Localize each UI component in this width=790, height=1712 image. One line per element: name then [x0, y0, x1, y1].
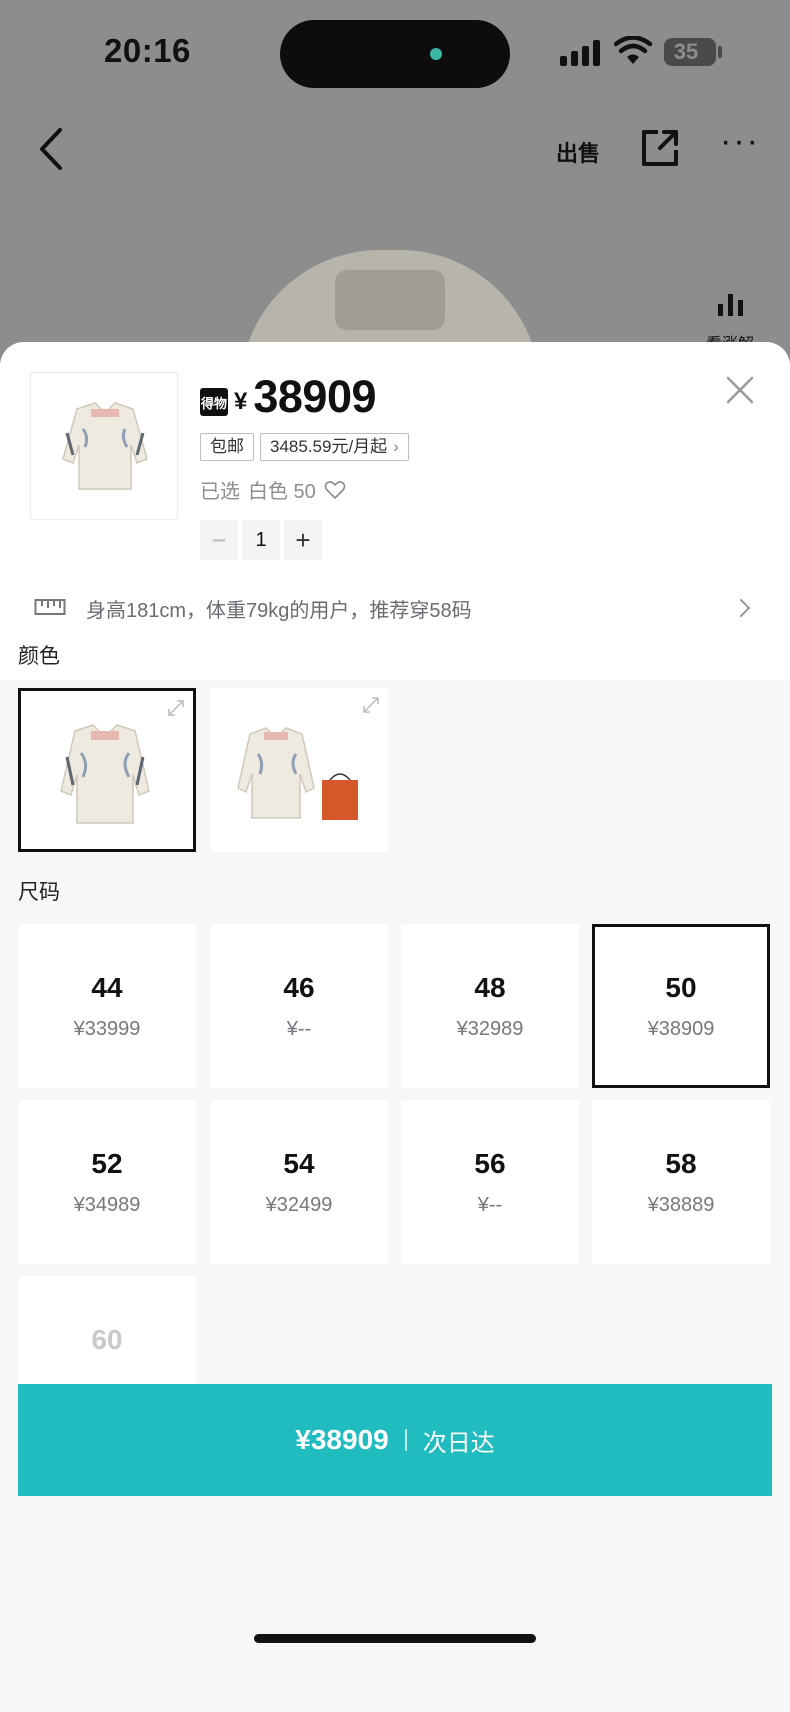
quantity-stepper: − 1 +	[200, 520, 326, 562]
jacket-thumbnail-image	[62, 402, 148, 490]
size-number: 56	[474, 1148, 506, 1179]
size-recommendation[interactable]: 身高181cm，体重79kg的用户，推荐穿58码	[0, 578, 790, 638]
buy-button-price: ¥38909	[295, 1424, 389, 1455]
sheet-header: 得物 ¥ 38909 包邮 3485.59元/月起 › 已选 白色 50 − 1 …	[0, 342, 790, 680]
buy-button-divider	[404, 1429, 407, 1451]
size-option-50[interactable]: 50 ¥38909	[592, 924, 770, 1088]
cellular-signal-icon	[560, 40, 600, 66]
nav-bar: 出售 ···	[0, 110, 790, 190]
battery-level: 35	[673, 39, 699, 64]
size-option-54[interactable]: 54 ¥32499	[210, 1100, 388, 1264]
increase-quantity-button[interactable]: +	[284, 520, 322, 560]
size-price: ¥38909	[647, 1018, 715, 1040]
status-time: 20:16	[104, 32, 191, 69]
size-option-56[interactable]: 56 ¥--	[401, 1100, 579, 1264]
home-indicator	[254, 1634, 536, 1643]
color-section-label: 颜色	[18, 645, 60, 668]
sell-button[interactable]: 出售	[556, 128, 600, 172]
size-option-44[interactable]: 44 ¥33999	[18, 924, 196, 1088]
selected-value: 白色 50	[248, 481, 316, 503]
size-number: 46	[283, 972, 315, 1003]
size-price: ¥38889	[647, 1194, 715, 1216]
ruler-icon	[34, 599, 66, 615]
installment-tag[interactable]: 3485.59元/月起 ›	[260, 433, 409, 461]
price-badge: 得物	[200, 388, 228, 416]
selected-prefix: 已选	[200, 481, 240, 503]
size-option-46[interactable]: 46 ¥--	[210, 924, 388, 1088]
battery-tip	[718, 46, 722, 58]
size-price: ¥32499	[265, 1194, 333, 1216]
close-icon[interactable]	[722, 372, 758, 408]
size-section-label: 尺码	[18, 881, 60, 904]
size-option-48[interactable]: 48 ¥32989	[401, 924, 579, 1088]
size-number: 58	[665, 1148, 697, 1179]
chevron-right-icon	[740, 599, 751, 617]
price-currency: ¥	[234, 388, 248, 415]
size-price: ¥--	[286, 1018, 312, 1040]
free-shipping-tag: 包邮	[200, 433, 254, 461]
price-row: 得物 ¥ 38909	[200, 372, 376, 422]
expand-icon[interactable]	[362, 696, 380, 714]
wifi-icon	[614, 36, 652, 64]
expand-icon[interactable]	[167, 699, 185, 717]
price-value: 38909	[253, 371, 376, 422]
size-option-52[interactable]: 52 ¥34989	[18, 1100, 196, 1264]
bar-chart-icon	[718, 294, 743, 316]
heart-icon[interactable]	[324, 480, 346, 500]
size-number: 52	[91, 1148, 123, 1179]
buy-button-label: 次日达	[422, 1429, 495, 1457]
color-option-white[interactable]	[18, 688, 196, 852]
more-icon[interactable]: ···	[720, 124, 760, 158]
chevron-right-icon: ›	[393, 437, 399, 456]
size-number: 54	[283, 1148, 315, 1179]
share-icon[interactable]	[640, 128, 680, 168]
dynamic-island	[280, 20, 510, 88]
size-number: 48	[474, 972, 506, 1003]
purchase-sheet: 得物 ¥ 38909 包邮 3485.59元/月起 › 已选 白色 50 − 1 …	[0, 342, 790, 1712]
installment-label: 3485.59元/月起	[270, 437, 388, 456]
selected-variant: 已选 白色 50	[200, 475, 346, 504]
recommendation-text: 身高181cm，体重79kg的用户，推荐穿58码	[86, 600, 472, 622]
battery-icon: 35	[664, 38, 716, 66]
size-number: 50	[665, 972, 697, 1003]
camera-indicator-icon	[430, 48, 442, 60]
status-bar: 20:16 35	[0, 0, 790, 110]
decrease-quantity-button[interactable]: −	[200, 520, 238, 560]
size-price: ¥33999	[73, 1018, 141, 1040]
sell-label: 出售	[556, 141, 601, 166]
buy-button[interactable]: ¥38909 次日达	[18, 1384, 772, 1496]
size-number: 60	[91, 1324, 123, 1355]
size-number: 44	[91, 972, 123, 1003]
tag-row: 包邮 3485.59元/月起 ›	[200, 433, 409, 461]
size-option-58[interactable]: 58 ¥38889	[592, 1100, 770, 1264]
quantity-value: 1	[242, 520, 280, 560]
product-thumbnail[interactable]	[30, 372, 178, 520]
size-price: ¥34989	[73, 1194, 141, 1216]
color-option-white-with-bag[interactable]	[210, 688, 388, 852]
size-price: ¥--	[477, 1194, 503, 1216]
free-shipping-label: 包邮	[210, 437, 244, 456]
size-price: ¥32989	[456, 1018, 524, 1040]
product-hero-collar	[335, 270, 445, 330]
chevron-left-icon[interactable]	[36, 126, 66, 172]
